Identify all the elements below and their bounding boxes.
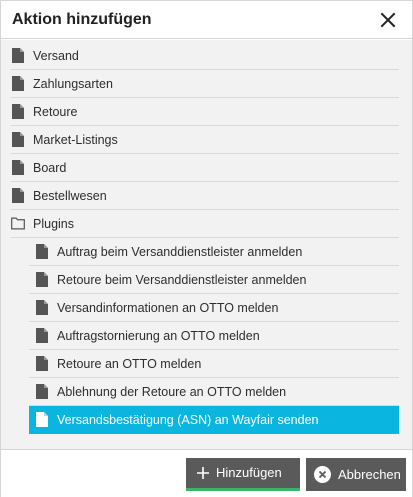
tree-item-label: Retoure: [33, 104, 78, 119]
file-icon: [35, 328, 49, 344]
tree-child-ablehnung-otto[interactable]: Ablehnung der Retoure an OTTO melden: [29, 378, 399, 406]
tree-item-label: Board: [33, 160, 67, 175]
file-icon: [11, 104, 25, 120]
tree-item-label: Retoure an OTTO melden: [57, 356, 202, 371]
tree-child-stornierung-otto[interactable]: Auftragstornierung an OTTO melden: [29, 322, 399, 350]
action-tree-panel: Versand Zahlungsarten Retoure Market-Lis…: [1, 40, 412, 449]
tree-item-label: Market-Listings: [33, 132, 118, 147]
tree-child-retoure-anmelden[interactable]: Retoure beim Versanddienstleister anmeld…: [29, 266, 399, 294]
file-icon: [35, 384, 49, 400]
file-icon: [11, 76, 25, 92]
tree-item-label: Bestellwesen: [33, 188, 107, 203]
cancel-circle-icon: [314, 465, 331, 483]
tree-item-label: Plugins: [33, 216, 74, 231]
tree-item-versand[interactable]: Versand: [11, 42, 399, 70]
tree-item-label: Versandinformationen an OTTO melden: [57, 300, 279, 315]
tree-child-asn-wayfair[interactable]: Versandsbestätigung (ASN) an Wayfair sen…: [29, 406, 399, 434]
add-action-dialog: Aktion hinzufügen Versand Zahlungsarten …: [0, 0, 413, 497]
tree-item-label: Zahlungsarten: [33, 76, 113, 91]
tree-item-label: Retoure beim Versanddienstleister anmeld…: [57, 272, 307, 287]
file-icon: [11, 48, 25, 64]
tree-item-label: Versandsbestätigung (ASN) an Wayfair sen…: [57, 412, 319, 427]
file-icon: [11, 188, 25, 204]
close-icon[interactable]: [378, 10, 398, 30]
tree-item-zahlungsarten[interactable]: Zahlungsarten: [11, 70, 399, 98]
file-icon: [35, 356, 49, 372]
tree-item-label: Versand: [33, 48, 79, 63]
dialog-title: Aktion hinzufügen: [12, 10, 152, 28]
file-icon: [35, 300, 49, 316]
tree-item-board[interactable]: Board: [11, 154, 399, 182]
plus-icon: [197, 466, 209, 479]
tree-item-label: Ablehnung der Retoure an OTTO melden: [57, 384, 287, 399]
tree-item-market-listings[interactable]: Market-Listings: [11, 126, 399, 154]
tree-item-retoure[interactable]: Retoure: [11, 98, 399, 126]
add-button[interactable]: Hinzufügen: [186, 457, 300, 491]
dialog-header: Aktion hinzufügen: [1, 1, 412, 39]
cancel-button-label: Abbrechen: [338, 466, 401, 482]
file-icon: [35, 272, 49, 288]
tree-child-auftrag-anmelden[interactable]: Auftrag beim Versanddienstleister anmeld…: [29, 238, 399, 266]
tree-child-retoure-otto[interactable]: Retoure an OTTO melden: [29, 350, 399, 378]
cancel-button[interactable]: Abbrechen: [306, 457, 406, 491]
tree-child-versandinfo-otto[interactable]: Versandinformationen an OTTO melden: [29, 294, 399, 322]
tree-item-bestellwesen[interactable]: Bestellwesen: [11, 182, 399, 210]
tree-item-label: Auftrag beim Versanddienstleister anmeld…: [57, 244, 303, 259]
folder-open-icon: [11, 216, 25, 232]
file-icon: [11, 160, 25, 176]
file-icon: [35, 412, 49, 428]
file-icon: [11, 132, 25, 148]
tree-item-label: Auftragstornierung an OTTO melden: [57, 328, 260, 343]
dialog-footer: Hinzufügen Abbrechen: [1, 449, 412, 497]
tree-item-plugins[interactable]: Plugins: [11, 210, 399, 238]
add-button-label: Hinzufügen: [216, 465, 282, 480]
action-tree: Versand Zahlungsarten Retoure Market-Lis…: [1, 40, 412, 434]
file-icon: [35, 244, 49, 260]
